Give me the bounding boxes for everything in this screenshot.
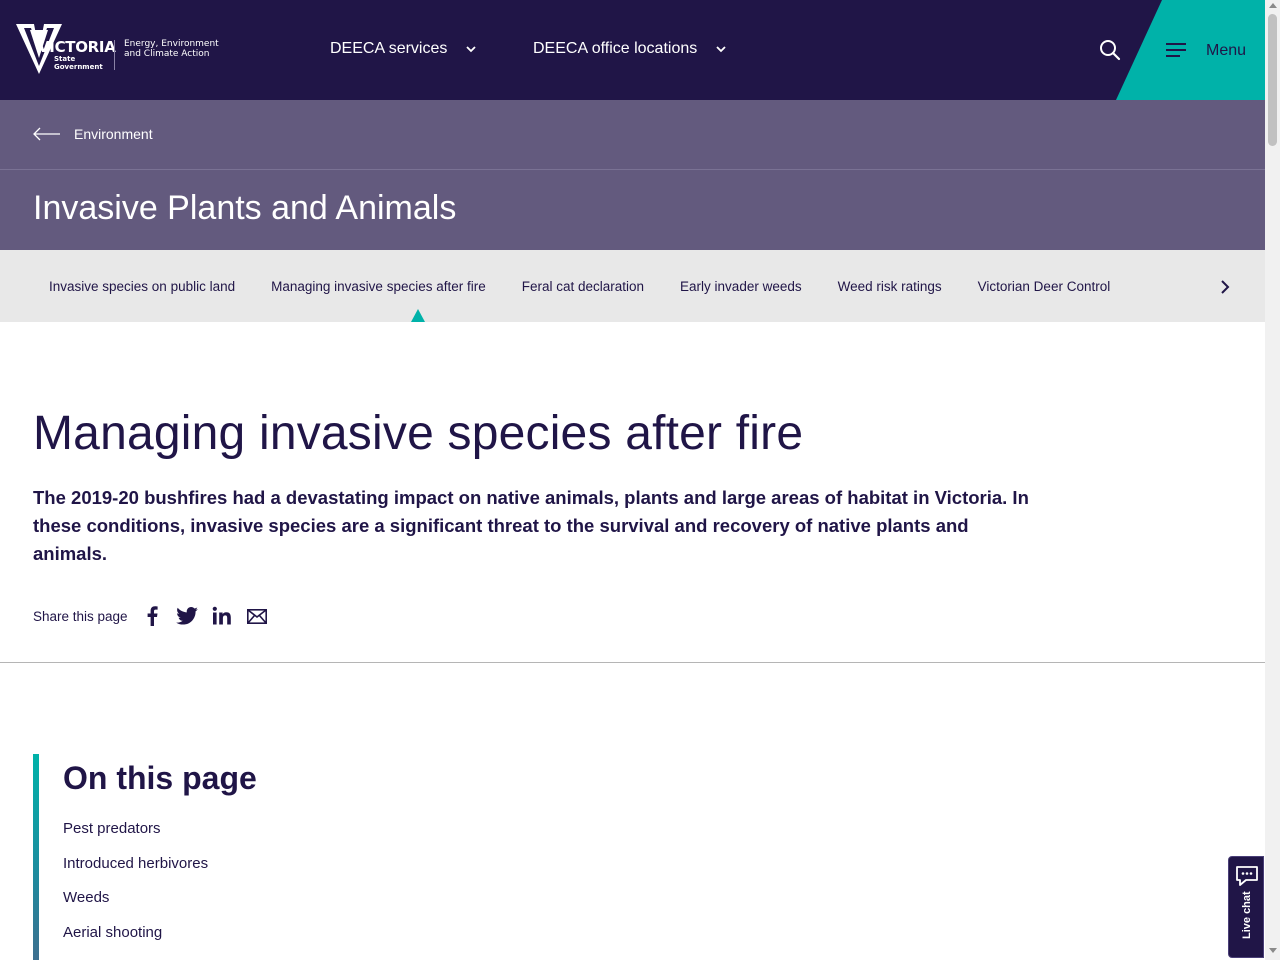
subnav-item-managing-invasive-species-after-fire[interactable]: Managing invasive species after fire bbox=[253, 279, 504, 294]
page-scrollbar[interactable] bbox=[1265, 0, 1280, 960]
intro-paragraph: The 2019-20 bushfires had a devastating … bbox=[33, 487, 1029, 564]
scroll-down-arrow-icon[interactable] bbox=[1269, 948, 1277, 953]
toc-link-aerial-shooting[interactable]: Aerial shooting bbox=[63, 924, 162, 941]
subnav-list: Invasive species on public land Managing… bbox=[0, 250, 1232, 322]
active-tab-indicator bbox=[411, 309, 425, 322]
share-label: Share this page bbox=[33, 608, 128, 624]
section-subnav: Invasive species on public land Managing… bbox=[0, 250, 1265, 322]
arrow-left-icon bbox=[33, 127, 60, 141]
logo-divider bbox=[114, 40, 115, 70]
on-this-page: On this page Pest predators Introduced h… bbox=[33, 754, 633, 960]
section-divider bbox=[0, 662, 1265, 663]
breadcrumb-band: Environment bbox=[0, 100, 1265, 170]
chevron-right-icon[interactable] bbox=[1216, 278, 1234, 296]
toc-title: On this page bbox=[63, 760, 257, 796]
logo-department: Energy, Environment and Climate Action bbox=[124, 39, 219, 59]
toc-link-weeds[interactable]: Weeds bbox=[63, 889, 109, 906]
site-header: VICTORIA State Government Energy, Enviro… bbox=[0, 0, 1265, 100]
logo-wordmark: VICTORIA bbox=[38, 38, 116, 56]
menu-button[interactable]: Menu bbox=[1116, 0, 1265, 100]
subnav-item-weed-risk-ratings[interactable]: Weed risk ratings bbox=[820, 279, 960, 294]
toc-accent-bar bbox=[33, 754, 39, 960]
live-chat-button[interactable]: Live chat bbox=[1228, 856, 1264, 958]
subnav-item-early-invader-weeds[interactable]: Early invader weeds bbox=[662, 279, 820, 294]
victoria-government-logo[interactable]: VICTORIA State Government Energy, Enviro… bbox=[16, 24, 219, 76]
subnav-item-victorian-deer-control[interactable]: Victorian Deer Control bbox=[960, 279, 1129, 294]
chevron-down-icon bbox=[466, 46, 477, 53]
toc-link-pest-predators[interactable]: Pest predators bbox=[63, 820, 161, 837]
hamburger-icon bbox=[1166, 43, 1186, 57]
live-chat-label: Live chat bbox=[1241, 891, 1253, 939]
scrollbar-thumb[interactable] bbox=[1268, 14, 1277, 146]
toc-link-introduced-herbivores[interactable]: Introduced herbivores bbox=[63, 855, 208, 872]
linkedin-icon[interactable] bbox=[210, 604, 234, 628]
nav-deeca-office-locations-label: DEECA office locations bbox=[533, 40, 698, 57]
section-title: Invasive Plants and Animals bbox=[33, 189, 457, 227]
twitter-icon[interactable] bbox=[175, 604, 199, 628]
page-title: Managing invasive species after fire bbox=[33, 407, 804, 460]
nav-deeca-office-locations[interactable]: DEECA office locations bbox=[533, 40, 727, 58]
subnav-item-feral-cat-declaration[interactable]: Feral cat declaration bbox=[504, 279, 662, 294]
facebook-icon[interactable] bbox=[140, 604, 164, 628]
subnav-item-invasive-species-public-land[interactable]: Invasive species on public land bbox=[0, 279, 253, 294]
chevron-down-icon bbox=[716, 46, 726, 53]
chat-bubble-icon bbox=[1236, 866, 1258, 886]
breadcrumb[interactable]: Environment bbox=[33, 126, 153, 142]
section-title-band: Invasive Plants and Animals bbox=[0, 170, 1265, 250]
logo-subtitle: State Government bbox=[54, 55, 103, 71]
share-bar: Share this page bbox=[33, 604, 280, 628]
menu-label: Menu bbox=[1206, 42, 1247, 59]
nav-deeca-services-label: DEECA services bbox=[330, 40, 448, 57]
breadcrumb-label: Environment bbox=[74, 126, 153, 142]
scroll-up-arrow-icon[interactable] bbox=[1269, 3, 1277, 8]
nav-deeca-services[interactable]: DEECA services bbox=[330, 40, 477, 58]
email-icon[interactable] bbox=[245, 604, 269, 628]
